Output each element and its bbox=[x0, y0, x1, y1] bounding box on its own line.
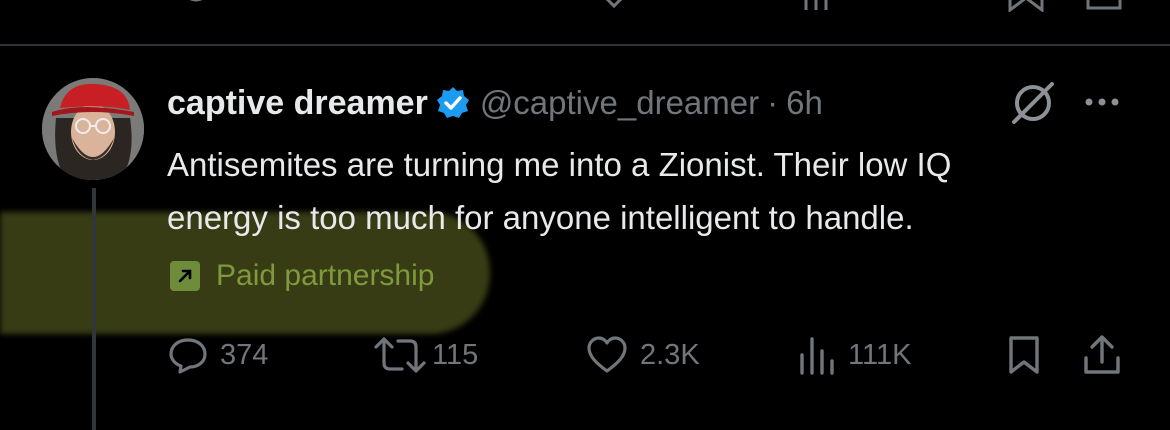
separator-dot: · bbox=[767, 84, 779, 121]
post-header: captive dreamer @captive_dreamer · 6h bbox=[167, 78, 823, 128]
bookmark-icon bbox=[1009, 336, 1039, 374]
repost-button[interactable]: 115 bbox=[372, 334, 478, 376]
grok-icon[interactable] bbox=[1010, 80, 1056, 131]
views-icon bbox=[800, 337, 834, 375]
bookmark-button[interactable] bbox=[1006, 334, 1042, 376]
post-divider bbox=[0, 44, 1170, 46]
like-count: 2.3K bbox=[640, 338, 700, 371]
repost-icon bbox=[374, 337, 426, 373]
views-icon bbox=[804, 0, 828, 10]
share-icon bbox=[1084, 335, 1120, 374]
share-button[interactable] bbox=[1082, 334, 1122, 376]
repost-count: 115 bbox=[432, 338, 479, 371]
bookmark-icon bbox=[1008, 0, 1044, 12]
paid-partnership-text: Paid partnership bbox=[216, 259, 435, 292]
post-text: Antisemites are turning me into a Zionis… bbox=[167, 138, 1147, 244]
views-count: 111K bbox=[848, 338, 912, 371]
paid-partnership-label[interactable]: Paid partnership bbox=[170, 256, 434, 296]
display-name[interactable]: captive dreamer bbox=[167, 84, 428, 123]
post-text-line: energy is too much for anyone intelligen… bbox=[167, 199, 914, 236]
heart-icon bbox=[605, 0, 623, 9]
heart-icon bbox=[587, 336, 627, 373]
timestamp[interactable]: 6h bbox=[786, 84, 823, 122]
reply-button[interactable]: 374 bbox=[168, 334, 268, 376]
verified-badge-icon[interactable] bbox=[436, 86, 470, 120]
reply-icon bbox=[169, 338, 207, 374]
arrow-up-right-icon bbox=[170, 261, 200, 291]
post-text-line: Antisemites are turning me into a Zionis… bbox=[167, 146, 952, 183]
previous-post-actions bbox=[0, 0, 1170, 12]
reply-icon bbox=[189, 0, 203, 2]
share-icon bbox=[1086, 0, 1122, 10]
like-button[interactable]: 2.3K bbox=[586, 334, 700, 376]
more-icon[interactable] bbox=[1082, 82, 1122, 127]
views-button[interactable]: 111K bbox=[798, 334, 911, 376]
reply-count: 374 bbox=[220, 338, 269, 371]
avatar[interactable] bbox=[42, 78, 144, 180]
handle[interactable]: @captive_dreamer bbox=[480, 84, 759, 122]
repost-icon bbox=[380, 0, 440, 12]
thread-line bbox=[92, 188, 96, 430]
